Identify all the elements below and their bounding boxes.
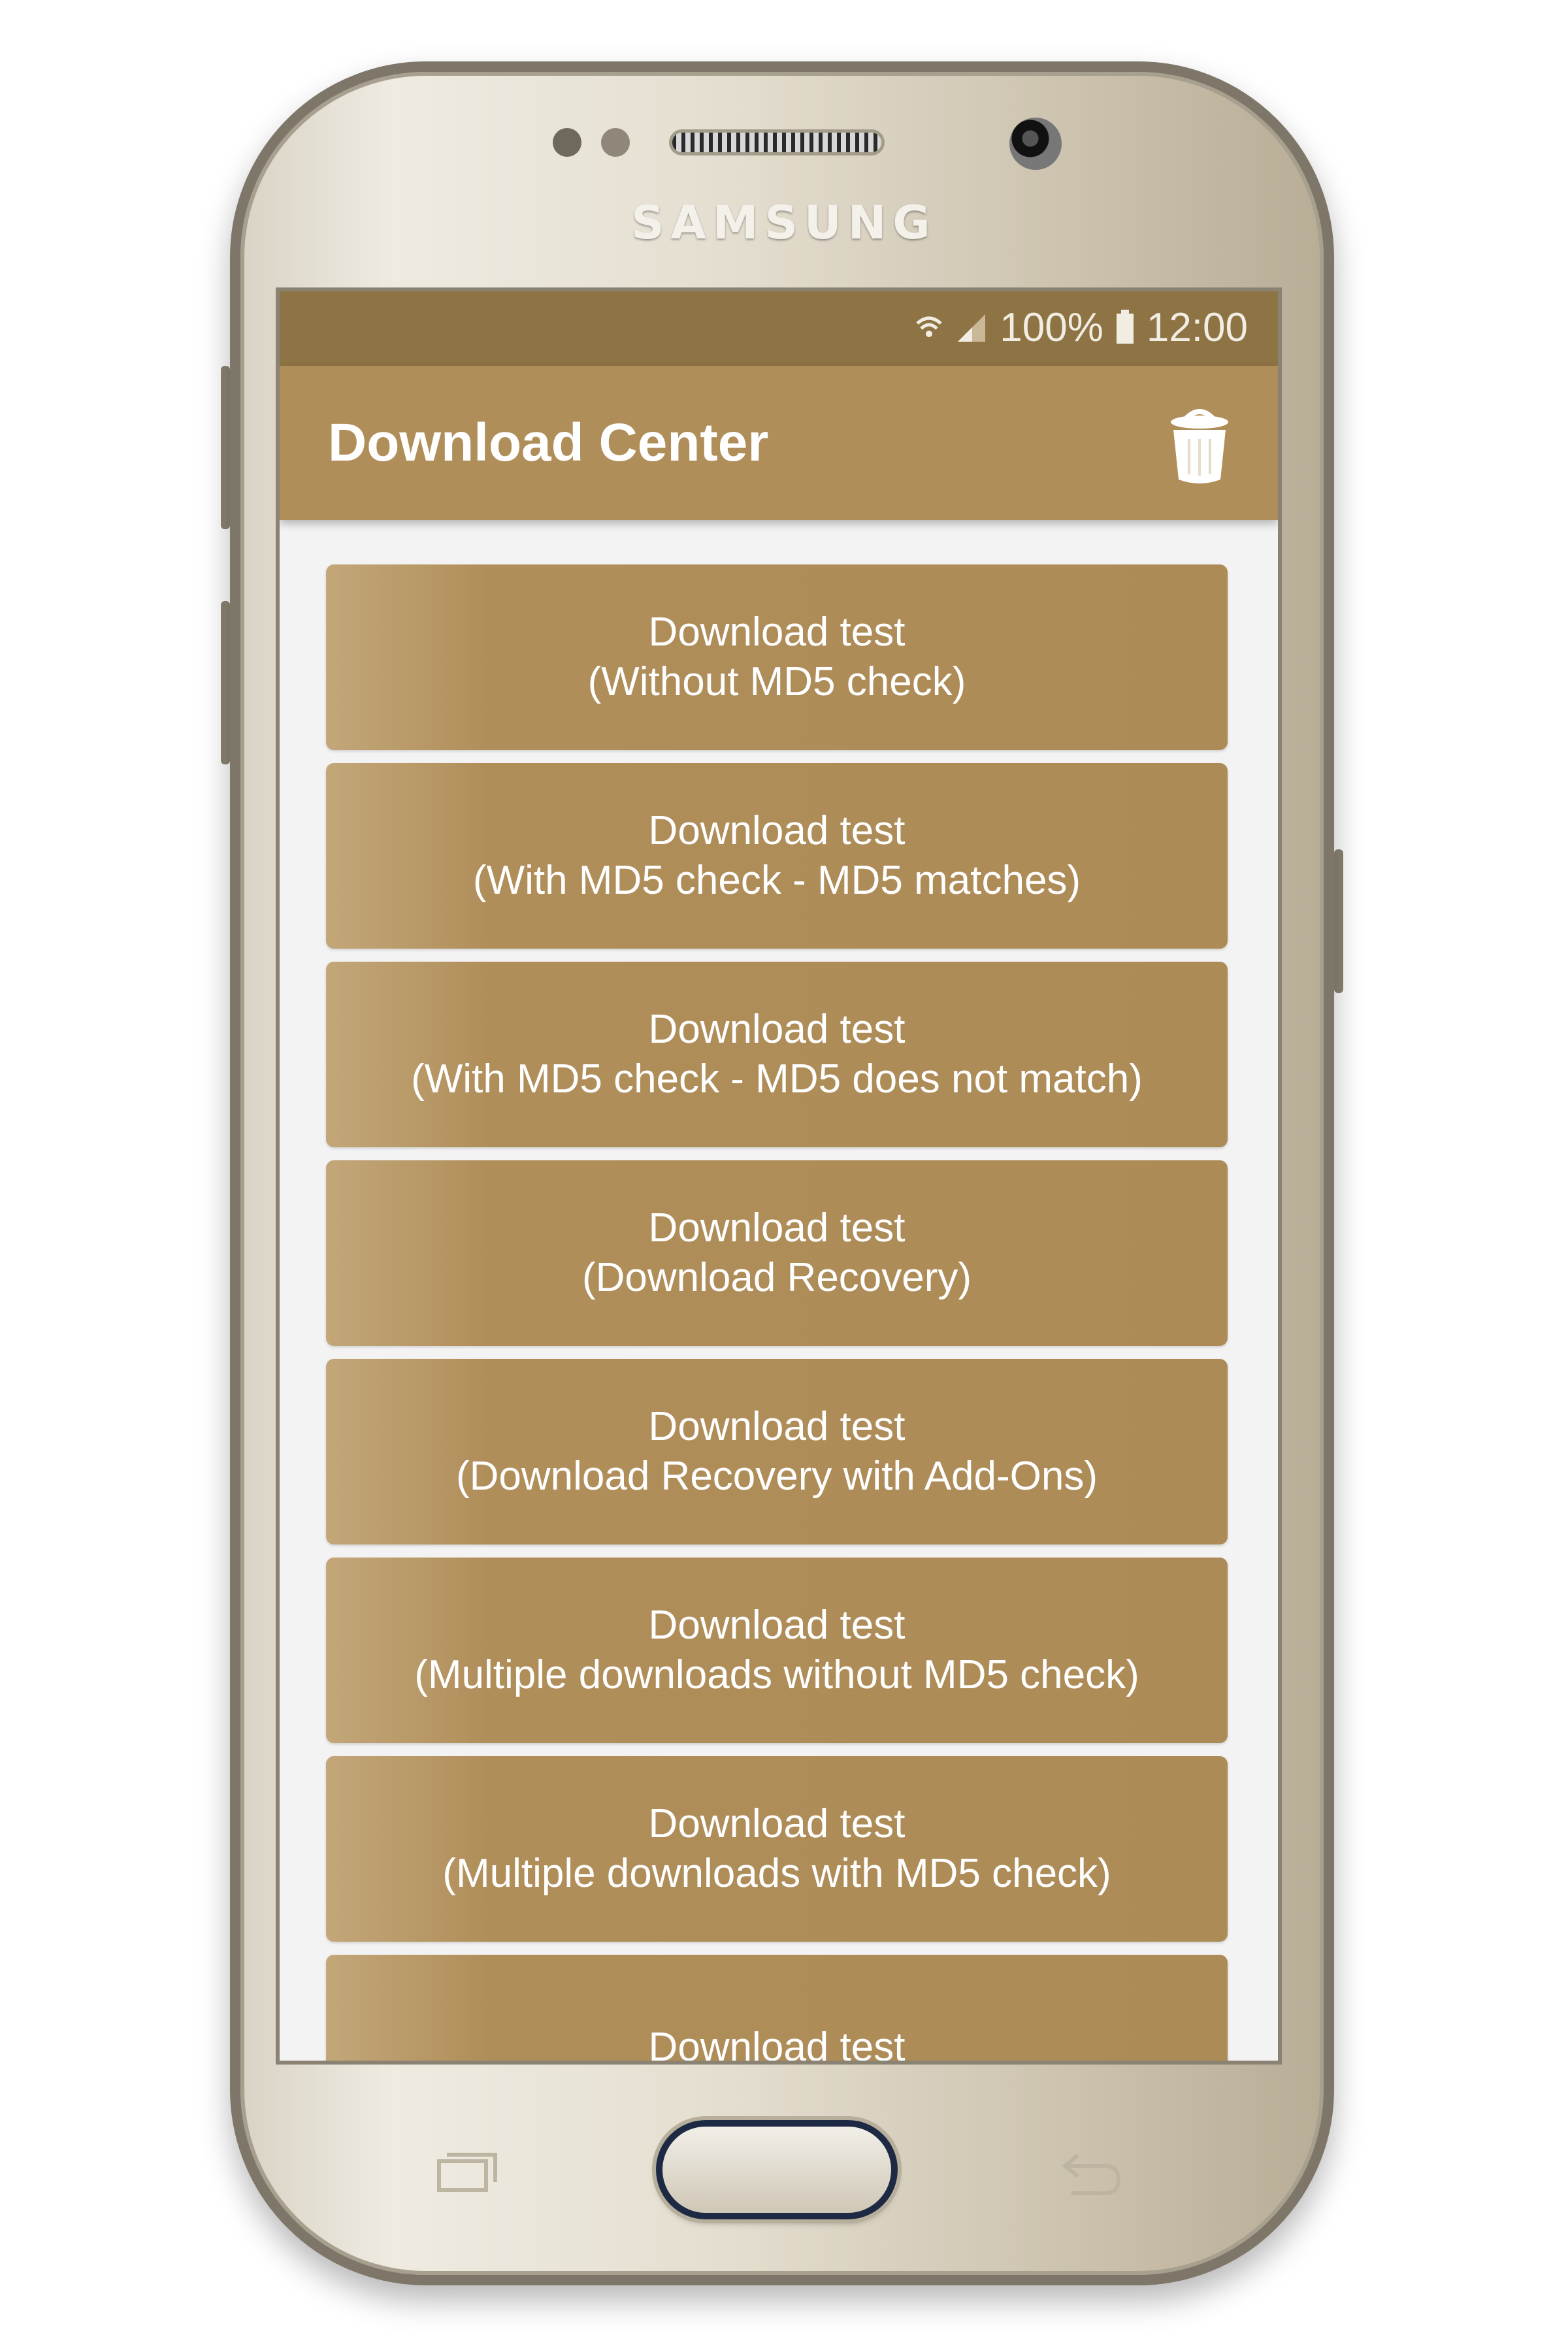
button-line-1: Download test: [648, 1603, 906, 1648]
volume-up-button[interactable]: [221, 366, 230, 529]
button-line-2: (Multiple downloads without MD5 check): [414, 1652, 1139, 1697]
button-line-1: Download test: [648, 1404, 906, 1449]
button-line-2: (Multiple downloads with MD5 check): [442, 1851, 1111, 1896]
status-bar: 100% 12:00: [280, 291, 1278, 366]
earpiece-speaker: [669, 129, 885, 155]
clock: 12:00: [1146, 304, 1248, 350]
battery-icon: [1116, 310, 1134, 344]
download-test-button-5[interactable]: Download test (Download Recovery with Ad…: [326, 1359, 1228, 1544]
screen: 100% 12:00 Download Center Download test…: [276, 287, 1282, 2065]
trash-icon[interactable]: [1167, 406, 1232, 485]
button-line-1: Download test: [648, 1007, 906, 1052]
download-test-button-2[interactable]: Download test (With MD5 check - MD5 matc…: [326, 763, 1228, 949]
home-button[interactable]: [656, 2120, 898, 2219]
back-icon[interactable]: [1058, 2146, 1124, 2198]
wifi-icon: [916, 316, 942, 337]
signal-icon: [958, 314, 986, 342]
recent-apps-icon[interactable]: [436, 2151, 498, 2193]
download-test-button-3[interactable]: Download test (With MD5 check - MD5 does…: [326, 962, 1228, 1147]
front-camera-icon: [1009, 118, 1062, 170]
download-test-button-7[interactable]: Download test (Multiple downloads with M…: [326, 1756, 1228, 1942]
page-title: Download Center: [328, 413, 769, 472]
button-line-1: Download test: [648, 1205, 906, 1250]
volume-down-button[interactable]: [221, 601, 230, 764]
brand-logo: SAMSUNG: [631, 196, 937, 250]
button-line-2: (Download Recovery): [581, 1255, 972, 1300]
button-line-1: Download test: [648, 610, 906, 655]
download-test-button-6[interactable]: Download test (Multiple downloads withou…: [326, 1558, 1228, 1743]
download-test-button-4[interactable]: Download test (Download Recovery): [326, 1160, 1228, 1346]
sensor-dot: [553, 128, 581, 157]
download-test-button-8[interactable]: Download test: [326, 1955, 1228, 2065]
power-button[interactable]: [1334, 849, 1343, 993]
button-line-2: (With MD5 check - MD5 matches): [472, 858, 1081, 903]
status-indicators: 100% 12:00: [915, 304, 1248, 350]
button-line-1: Download test: [648, 808, 906, 853]
app-bar: Download Center: [280, 366, 1278, 520]
download-test-button-1[interactable]: Download test (Without MD5 check): [326, 564, 1228, 750]
button-line-1: Download test: [648, 2025, 906, 2065]
button-line-2: (Without MD5 check): [587, 659, 966, 704]
button-line-2: (Download Recovery with Add-Ons): [455, 1454, 1098, 1499]
sensor-dot: [601, 128, 630, 157]
battery-percent: 100%: [1000, 304, 1103, 350]
button-line-1: Download test: [648, 1801, 906, 1846]
button-line-2: (With MD5 check - MD5 does not match): [411, 1056, 1143, 1102]
